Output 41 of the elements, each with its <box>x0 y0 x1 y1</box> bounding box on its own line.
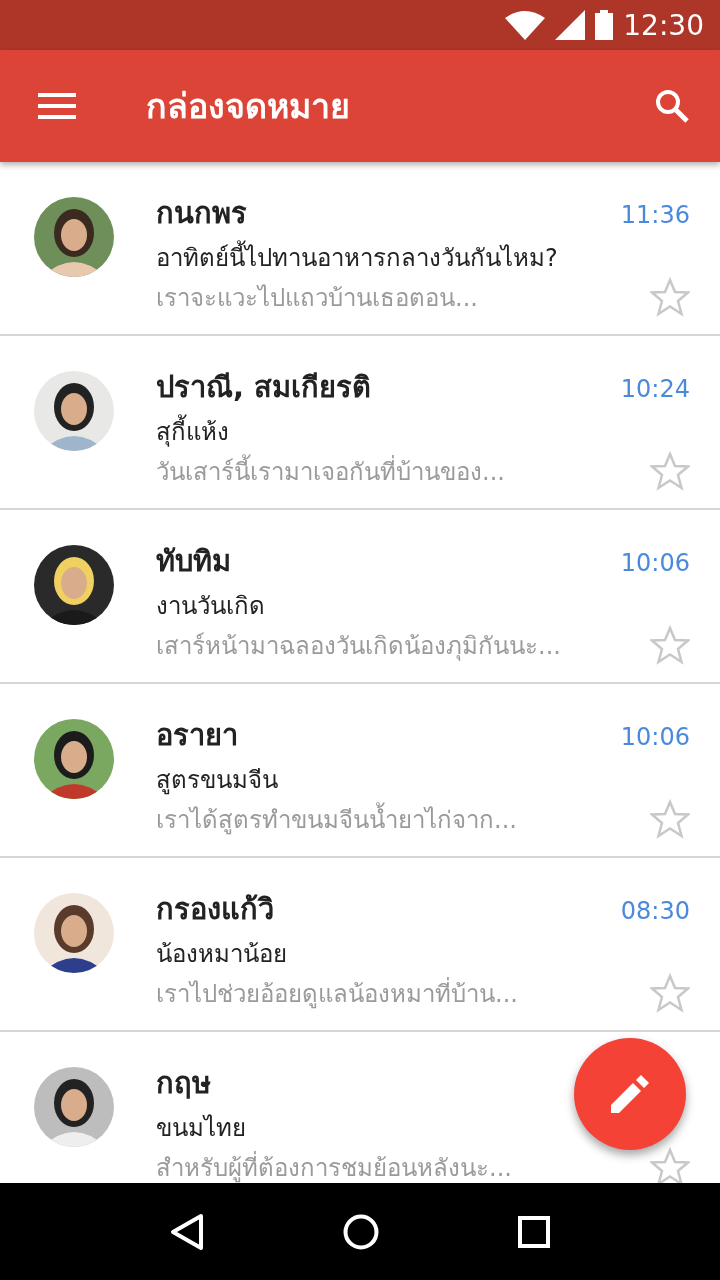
star-icon[interactable] <box>650 799 690 839</box>
compose-button[interactable] <box>574 1038 686 1150</box>
star-icon[interactable] <box>650 973 690 1013</box>
mail-time: 08:30 <box>620 897 690 925</box>
back-icon[interactable] <box>169 1212 204 1251</box>
status-time: 12:30 <box>623 8 704 42</box>
mail-preview: สำหรับผู้ที่ต้องการชมย้อนหลังนะ... <box>156 1150 512 1183</box>
mail-time: 10:06 <box>620 723 690 751</box>
star-icon[interactable] <box>650 451 690 491</box>
wifi-icon <box>505 10 546 40</box>
star-icon[interactable] <box>650 625 690 665</box>
mail-subject: น้องหมาน้อย <box>156 939 288 970</box>
sender-name: กฤษ <box>156 1065 211 1102</box>
mail-subject: สุกี้แห้ง <box>156 412 690 451</box>
star-icon[interactable] <box>650 277 690 317</box>
mail-subject: สูตรขนมจีน <box>156 765 279 797</box>
mail-preview: เราไปช่วยอ้อยดูแลน้องหมาที่บ้าน... <box>156 976 518 1011</box>
mail-subject: งานวันเกิด <box>156 591 266 622</box>
battery-icon <box>595 10 614 40</box>
home-icon[interactable] <box>343 1213 379 1250</box>
sender-name: ทับทิม <box>156 543 231 580</box>
recents-icon[interactable] <box>518 1215 551 1248</box>
mail-preview: เราจะแวะไปแถวบ้านเธอตอน... <box>156 282 478 314</box>
search-icon[interactable] <box>654 88 690 124</box>
mail-time: 10:06 <box>620 549 690 577</box>
mail-preview: เราได้สูตรทำขนมจีนน้ำยาไก่จาก... <box>156 799 517 839</box>
mail-time: 11:36 <box>620 201 690 229</box>
sender-name: กรองแก้วิ <box>156 891 274 928</box>
mail-time: 10:24 <box>620 375 690 403</box>
sender-name: อรายา <box>156 717 238 754</box>
app-title: กล่องจดหมาย <box>146 85 351 128</box>
mail-subject: ขนมไทย <box>156 1113 247 1144</box>
menu-icon[interactable] <box>38 93 76 119</box>
pencil-icon <box>611 1075 649 1113</box>
star-icon[interactable] <box>650 1147 690 1183</box>
mail-subject: อาทิตย์นี้ไปทานอาหารกลางวันกันไหม? <box>156 238 690 277</box>
mail-preview: วันเสาร์นี้เรามาเจอกันที่บ้านของ... <box>156 451 505 491</box>
sender-name: กนกพร <box>156 195 247 232</box>
signal-icon <box>555 10 586 40</box>
sender-name: ปราณี, สมเกียรติ <box>156 369 372 406</box>
mail-preview: เสาร์หน้ามาฉลองวันเกิดน้องภุมิกันนะ... <box>156 630 561 663</box>
